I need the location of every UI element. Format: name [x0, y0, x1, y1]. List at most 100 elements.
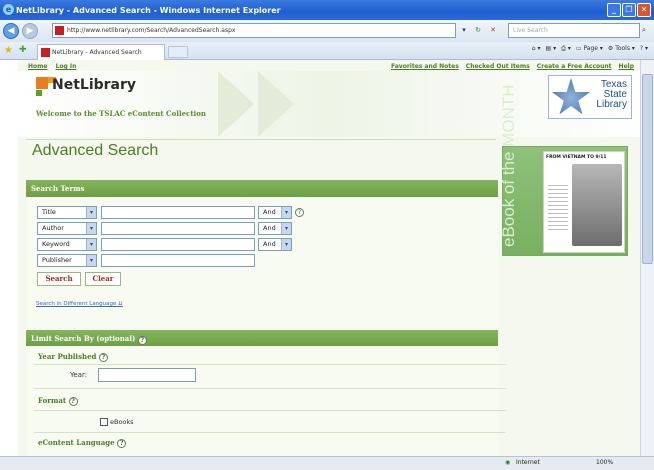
help-link[interactable]: Help	[619, 63, 634, 70]
operator-select[interactable]: And ▾	[258, 222, 292, 235]
zoom-level[interactable]: 100%	[596, 459, 613, 466]
site-favicon-icon	[55, 26, 64, 35]
forward-button[interactable]: ▶	[22, 23, 38, 39]
search-go-icon[interactable]: ⌕	[642, 24, 652, 37]
help-icon[interactable]: ? ▾	[640, 45, 648, 53]
print-icon[interactable]: ⎙ ▾	[561, 45, 571, 53]
feeds-icon[interactable]: ▤ ▾	[546, 45, 557, 53]
different-language-link[interactable]: Search in Different Language ⇊	[36, 301, 123, 307]
window-titlebar: e NetLibrary - Advanced Search - Windows…	[0, 0, 654, 20]
search-terms-heading: Search Terms	[26, 180, 498, 197]
live-search-input[interactable]: Live Search	[508, 23, 640, 38]
page-menu-label: Page	[583, 45, 598, 52]
operator-select[interactable]: And ▾	[258, 206, 292, 219]
book-cover-text-block	[548, 182, 568, 232]
tab-title: NetLibrary - Advanced Search	[52, 49, 142, 56]
status-bar: ◉ Internet 100%	[0, 456, 654, 470]
clear-button[interactable]: Clear	[85, 272, 121, 286]
search-term-input[interactable]	[101, 238, 255, 251]
format-label: Format ?	[38, 396, 78, 406]
address-field[interactable]: http://www.netlibrary.com/Search/Advance…	[52, 23, 456, 38]
checked-out-link[interactable]: Checked Out Items	[466, 63, 530, 70]
ebooks-checkbox[interactable]	[100, 418, 108, 426]
login-link[interactable]: Log In	[56, 63, 77, 70]
divider	[34, 410, 506, 411]
divider	[34, 388, 506, 389]
field-select[interactable]: Title ▾	[37, 206, 97, 219]
operator-select[interactable]: And ▾	[258, 238, 292, 251]
stop-icon[interactable]: ✕	[487, 24, 499, 37]
create-account-link[interactable]: Create a Free Account	[537, 63, 612, 70]
chevron-down-icon: ▾	[86, 223, 96, 234]
search-term-input[interactable]	[101, 222, 255, 235]
search-button[interactable]: Search	[37, 272, 81, 286]
header-decoration	[258, 71, 294, 137]
scrollbar-thumb[interactable]	[642, 74, 653, 264]
minimize-button[interactable]: _	[607, 3, 621, 17]
field-value: Title	[42, 208, 56, 216]
year-label: Year:	[70, 371, 88, 379]
help-icon[interactable]: ?	[295, 208, 304, 217]
chevron-down-icon: ▾	[281, 223, 291, 234]
home-link[interactable]: Home	[28, 63, 47, 70]
netlibrary-page: Home Log In Favorites and Notes Checked …	[18, 60, 640, 456]
tsl-line3: Library	[596, 99, 627, 110]
field-select[interactable]: Publisher ▾	[37, 254, 97, 267]
search-term-input[interactable]	[101, 206, 255, 219]
chevron-down-icon: ▾	[86, 255, 96, 266]
welcome-text: Welcome to the TSLAC eContent Collection	[36, 109, 206, 118]
year-published-label: Year Published ?	[38, 352, 108, 362]
back-button[interactable]: ◀	[3, 23, 19, 39]
limit-search-panel: Year Published ? Year: Format ? eBooks e…	[26, 346, 506, 456]
ie-icon: e	[3, 4, 14, 15]
chevron-down-icon: ▾	[86, 239, 96, 250]
window-controls: _ ❐ ✕	[607, 3, 651, 17]
new-tab-button[interactable]	[168, 46, 188, 58]
close-button[interactable]: ✕	[637, 3, 651, 17]
field-value: Author	[42, 224, 64, 232]
chevron-down-icon: ▾	[86, 207, 96, 218]
internet-zone-icon: ◉	[505, 459, 511, 466]
book-cover[interactable]: FROM VIETNAM TO 9/11	[543, 151, 625, 253]
favorites-star-icon[interactable]: ★	[4, 45, 13, 56]
field-select[interactable]: Keyword ▾	[37, 238, 97, 251]
home-icon[interactable]: ⌂ ▾	[532, 45, 541, 53]
header-decoration	[218, 71, 254, 137]
maximize-button[interactable]: ❐	[622, 3, 636, 17]
vertical-scrollbar[interactable]	[640, 60, 654, 456]
ebook-of-month-promo[interactable]: eBook of the MONTH FROM VIETNAM TO 9/11	[499, 84, 628, 256]
help-icon[interactable]: ?	[117, 439, 127, 448]
top-left-links: Home Log In	[28, 63, 82, 70]
command-bar: ⌂ ▾ ▤ ▾ ⎙ ▾ ▭ Page ▾ ⚙ Tools ▾ ? ▾	[532, 45, 648, 53]
econtent-language-text: eContent Language	[38, 438, 115, 447]
top-right-links: Favorites and Notes Checked Out Items Cr…	[391, 63, 634, 70]
help-icon[interactable]: ?	[137, 336, 147, 345]
help-icon[interactable]: ?	[98, 353, 108, 362]
ebook-of-month-text: eBook of the MONTH	[499, 84, 518, 247]
tab-bar: ★ ✚ NetLibrary - Advanced Search ⌂ ▾ ▤ ▾…	[0, 42, 654, 60]
divider	[34, 432, 506, 433]
texas-star-icon	[551, 78, 591, 115]
year-input[interactable]	[98, 368, 196, 382]
format-text: Format	[38, 396, 67, 405]
netlibrary-logo[interactable]: NetLibrary	[52, 77, 136, 93]
texas-state-library-logo[interactable]: Texas State Library	[548, 75, 632, 119]
window-title: NetLibrary - Advanced Search - Windows I…	[16, 5, 281, 15]
tsl-text: Texas State Library	[596, 80, 627, 110]
help-icon[interactable]: ?	[68, 397, 78, 406]
favorites-notes-link[interactable]: Favorites and Notes	[391, 63, 459, 70]
page-menu[interactable]: ▭ Page ▾	[576, 45, 603, 53]
field-value: Keyword	[42, 240, 70, 248]
tools-menu[interactable]: ⚙ Tools ▾	[608, 45, 635, 53]
different-language-label: Search in Different Language	[36, 301, 117, 307]
tab-favicon-icon	[41, 48, 50, 57]
field-select[interactable]: Author ▾	[37, 222, 97, 235]
refresh-icon[interactable]: ↻	[472, 24, 484, 37]
add-favorites-icon[interactable]: ✚	[19, 45, 27, 55]
search-term-input[interactable]	[101, 254, 255, 267]
address-dropdown-icon[interactable]: ▾	[458, 24, 470, 37]
tab-active[interactable]: NetLibrary - Advanced Search	[37, 44, 165, 60]
ebooks-label: eBooks	[110, 418, 134, 426]
divider	[34, 364, 506, 365]
tools-menu-label: Tools	[615, 45, 630, 52]
